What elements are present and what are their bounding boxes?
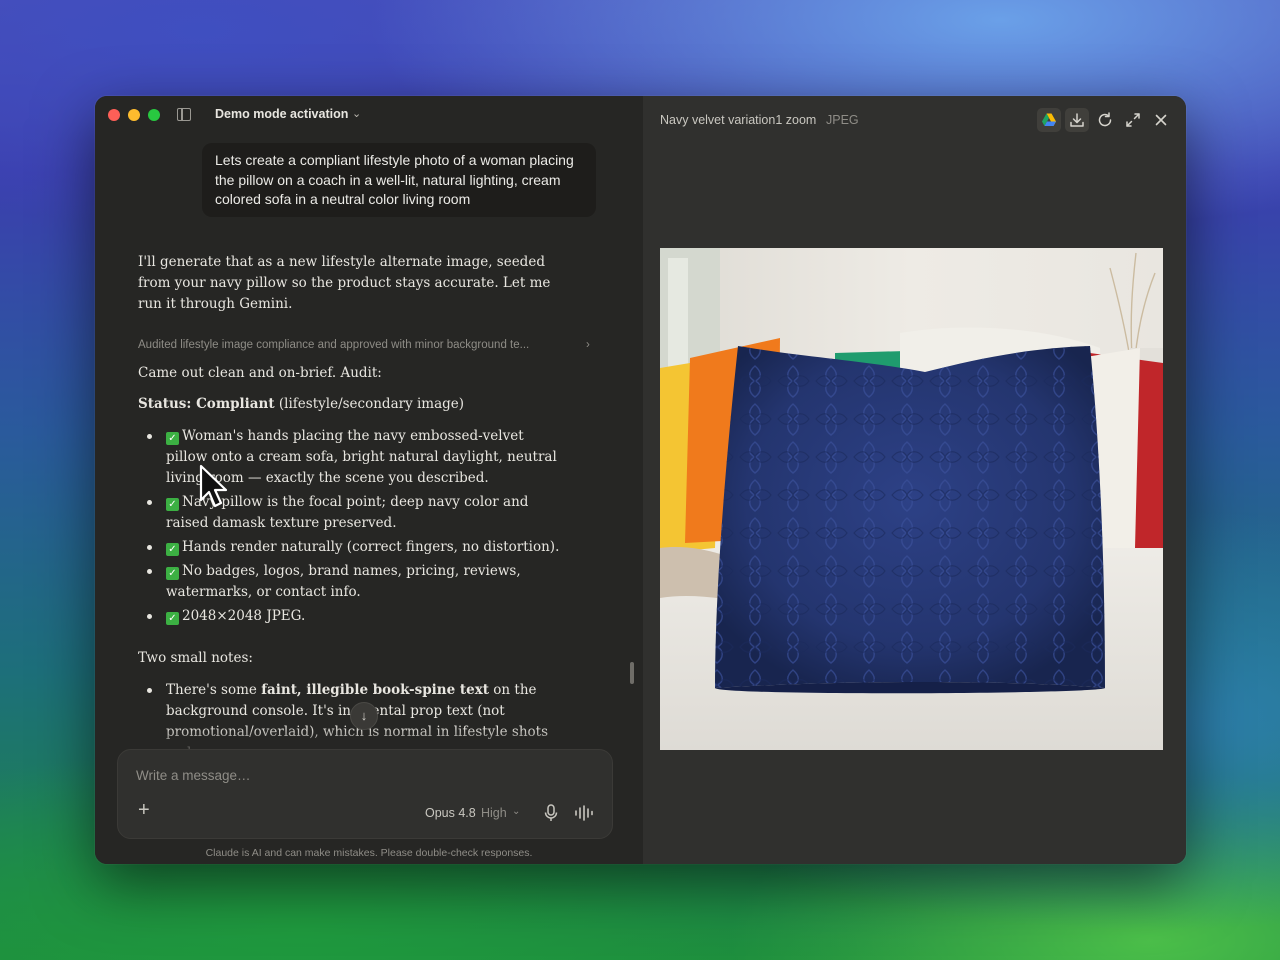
artifact-type: JPEG — [826, 113, 859, 127]
download-icon — [1070, 113, 1084, 127]
close-artifact-button[interactable] — [1149, 108, 1173, 132]
window-close-button[interactable] — [108, 109, 120, 121]
user-message-text: Lets create a compliant lifestyle photo … — [215, 152, 574, 207]
message-input[interactable] — [136, 768, 596, 783]
sidebar-toggle-icon[interactable] — [177, 108, 191, 121]
regenerate-button[interactable] — [1093, 108, 1117, 132]
google-drive-icon — [1042, 113, 1056, 126]
audit-line: Came out clean and on-brief. Audit: — [138, 365, 382, 381]
check-mark-icon: ✓ — [166, 612, 179, 625]
thought-summary[interactable]: Audited lifestyle image compliance and a… — [138, 339, 598, 351]
fullscreen-button[interactable] — [1121, 108, 1145, 132]
assistant-message: I'll generate that as a new lifestyle al… — [138, 252, 568, 315]
notes-heading: Two small notes: — [138, 650, 253, 666]
expand-icon — [1126, 113, 1140, 127]
status-label: Status: Compliant — [138, 396, 275, 412]
refresh-icon — [1098, 112, 1112, 127]
mic-icon[interactable] — [543, 804, 559, 822]
chevron-down-icon[interactable]: ⌄ — [352, 107, 361, 120]
model-selector[interactable]: Opus 4.8 — [425, 806, 476, 820]
list-item: ✓ Hands render naturally (correct fingers… — [138, 537, 568, 558]
status-line: Status: Compliant (lifestyle/secondary i… — [138, 394, 464, 415]
artifact-pane: Navy velvet variation1 zoom JPEG — [643, 96, 1186, 864]
pillow-photo — [660, 248, 1163, 750]
check-mark-icon: ✓ — [166, 498, 179, 511]
chevron-down-icon[interactable]: ⌄ — [512, 806, 520, 817]
user-message: Lets create a compliant lifestyle photo … — [202, 143, 596, 217]
artifact-title: Navy velvet variation1 zoom — [660, 113, 817, 127]
list-item: ✓ No badges, logos, brand names, pricing,… — [138, 561, 568, 603]
list-item: ✓ 2048×2048 JPEG. — [138, 606, 568, 627]
scroll-to-bottom-button[interactable]: ↓ — [350, 702, 378, 730]
waveform-icon[interactable] — [574, 805, 594, 821]
check-mark-icon: ✓ — [166, 432, 179, 445]
close-icon — [1155, 114, 1167, 126]
window-zoom-button[interactable] — [148, 109, 160, 121]
effort-selector[interactable]: High — [481, 806, 507, 820]
checklist: ✓ Woman's hands placing the navy embossed… — [138, 426, 568, 630]
chat-title[interactable]: Demo mode activation — [215, 107, 348, 121]
thought-summary-text: Audited lifestyle image compliance and a… — [138, 339, 530, 351]
assistant-intro: I'll generate that as a new lifestyle al… — [138, 254, 551, 312]
composer: + Opus 4.8 High ⌄ — [117, 749, 613, 839]
scrollbar[interactable] — [630, 662, 634, 684]
save-to-drive-button[interactable] — [1037, 108, 1061, 132]
disclaimer: Claude is AI and can make mistakes. Plea… — [205, 847, 533, 859]
window-minimize-button[interactable] — [128, 109, 140, 121]
chat-pane: Demo mode activation ⌄ Lets create a com… — [95, 96, 643, 864]
check-mark-icon: ✓ — [166, 567, 179, 580]
status-detail: (lifestyle/secondary image) — [278, 396, 465, 412]
app-window: Demo mode activation ⌄ Lets create a com… — [95, 96, 1186, 864]
check-mark-icon: ✓ — [166, 543, 179, 556]
mouse-cursor-icon — [199, 464, 228, 508]
download-button[interactable] — [1065, 108, 1089, 132]
title-bar: Demo mode activation ⌄ — [95, 96, 643, 136]
artifact-image — [660, 248, 1163, 750]
add-attachment-button[interactable]: + — [138, 800, 150, 820]
chevron-right-icon: › — [586, 339, 590, 351]
